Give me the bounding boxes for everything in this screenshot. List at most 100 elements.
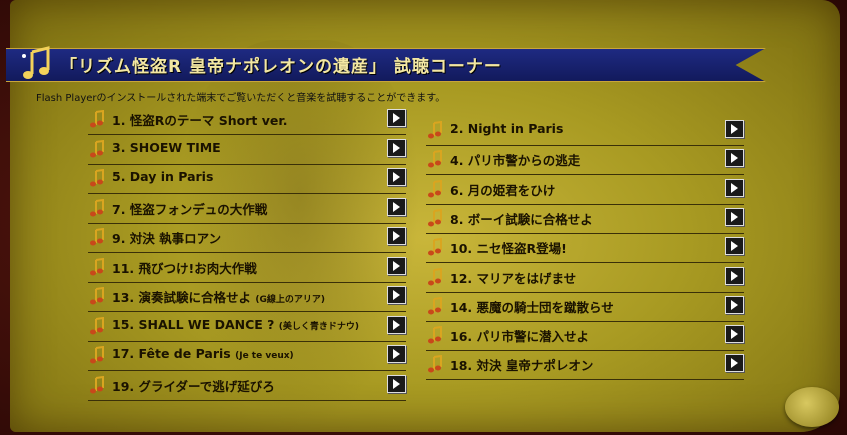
track-item: 6. 月の姫君をひけ	[426, 176, 744, 205]
play-button[interactable]	[387, 345, 406, 363]
play-button[interactable]	[387, 197, 406, 216]
music-note-icon	[426, 325, 444, 344]
page: 「リズム怪盗R 皇帝ナポレオンの遺産」 試聴コーナー Flash Playerの…	[0, 0, 847, 435]
track-label: 19. グライダーで逃げ延びろ	[112, 376, 275, 395]
track-item: 4. パリ市警からの逃走	[426, 146, 744, 176]
play-button[interactable]	[387, 109, 406, 127]
play-button[interactable]	[725, 207, 744, 226]
music-note-icon	[88, 109, 106, 128]
track-item: 2. Night in Paris	[426, 117, 744, 146]
track-title: 1. 怪盗Rのテーマ Short ver.	[112, 113, 288, 128]
track-label: 1. 怪盗Rのテーマ Short ver.	[112, 110, 288, 129]
track-subtitle: (G線上のアリア)	[255, 295, 325, 305]
page-title: 「リズム怪盗R 皇帝ナポレオンの遺産」 試聴コーナー	[60, 57, 502, 77]
play-button[interactable]	[387, 256, 406, 275]
play-button[interactable]	[725, 120, 744, 138]
track-item: 19. グライダーで逃げ延びろ	[88, 372, 406, 401]
track-title: 2. Night in Paris	[450, 121, 564, 136]
track-item: 13. 演奏試験に合格せよ (G線上のアリア)	[88, 283, 406, 312]
track-item: 9. 対決 執事ロアン	[88, 224, 406, 253]
track-label: 18. 対決 皇帝ナポレオン	[450, 355, 593, 374]
track-title: 17. Fête de Paris	[112, 346, 231, 361]
play-button[interactable]	[387, 168, 406, 186]
music-note-icon	[88, 227, 106, 246]
track-label: 5. Day in Paris	[112, 169, 213, 184]
track-item: 8. ボーイ試験に合格せよ	[426, 205, 744, 234]
music-note-icon	[426, 179, 444, 198]
track-title: 19. グライダーで逃げ延びろ	[112, 378, 275, 394]
track-label: 12. マリアをはげませ	[450, 268, 576, 287]
track-title: 9. 対決 執事ロアン	[112, 231, 222, 246]
music-note-icon	[88, 375, 106, 394]
track-title: 15. SHALL WE DANCE ?	[112, 316, 275, 332]
track-title: 4. パリ市警からの逃走	[450, 153, 581, 169]
play-button[interactable]	[387, 315, 406, 334]
track-item: 14. 悪魔の騎士団を蹴散らせ	[426, 293, 744, 322]
track-title: 5. Day in Paris	[112, 169, 214, 184]
music-note-icon	[88, 286, 106, 305]
music-note-icon	[88, 316, 106, 335]
play-button[interactable]	[725, 149, 744, 168]
track-title: 18. 対決 皇帝ナポレオン	[450, 358, 594, 374]
play-button[interactable]	[725, 295, 744, 314]
track-item: 15. SHALL WE DANCE ? (美しく青きドナウ)	[88, 313, 406, 342]
music-note-icon	[426, 355, 444, 373]
track-label: 9. 対決 執事ロアン	[112, 228, 221, 247]
track-label: 4. パリ市警からの逃走	[450, 150, 580, 169]
track-label: 13. 演奏試験に合格せよ (G線上のアリア)	[112, 287, 325, 306]
track-title: 10. ニセ怪盗R登場!	[450, 241, 567, 257]
track-label: 15. SHALL WE DANCE ? (美しく青きドナウ)	[112, 317, 359, 332]
track-title: 3. SHOEW TIME	[112, 139, 221, 155]
play-button[interactable]	[725, 178, 744, 197]
music-note-icon	[426, 150, 444, 168]
music-note-icon	[426, 296, 444, 315]
play-button[interactable]	[387, 374, 406, 393]
play-button[interactable]	[387, 138, 406, 157]
track-label: 11. 飛びつけ!お肉大作戦	[112, 258, 257, 277]
scroll-curl-decoration	[785, 387, 839, 427]
track-item: 11. 飛びつけ!お肉大作戦	[88, 254, 406, 283]
track-label: 16. パリ市警に潜入せよ	[450, 326, 589, 345]
music-note-icon	[426, 120, 444, 139]
track-label: 3. SHOEW TIME	[112, 140, 221, 155]
play-button[interactable]	[725, 266, 744, 285]
track-title: 7. 怪盗フォンデュの大作戦	[112, 201, 268, 217]
play-button[interactable]	[387, 286, 406, 304]
track-item: 5. Day in Paris	[88, 165, 406, 194]
track-label: 10. ニセ怪盗R登場!	[450, 238, 567, 257]
track-label: 2. Night in Paris	[450, 121, 563, 136]
music-note-icon	[426, 267, 444, 286]
track-label: 14. 悪魔の騎士団を蹴散らせ	[450, 297, 614, 316]
play-button[interactable]	[725, 354, 744, 373]
music-note-icon	[426, 238, 444, 256]
track-label: 6. 月の姫君をひけ	[450, 180, 555, 199]
track-subtitle: (Je te veux)	[235, 351, 294, 361]
play-button[interactable]	[725, 237, 744, 256]
track-label: 17. Fête de Paris (Je te veux)	[112, 346, 294, 361]
track-title: 12. マリアをはげませ	[450, 270, 577, 286]
track-title: 11. 飛びつけ!お肉大作戦	[112, 260, 257, 276]
track-item: 12. マリアをはげませ	[426, 264, 744, 293]
music-note-icon	[88, 198, 106, 217]
subtitle-text: Flash Playerのインストールされた端末でご覧いただくと音楽を試聴するこ…	[36, 93, 446, 104]
music-note-icon	[88, 168, 106, 187]
track-item: 18. 対決 皇帝ナポレオン	[426, 351, 744, 381]
music-note-icon	[88, 139, 106, 158]
track-item: 17. Fête de Paris (Je te veux)	[88, 342, 406, 371]
play-button[interactable]	[725, 325, 744, 344]
music-note-icon	[22, 46, 50, 79]
track-title: 14. 悪魔の騎士団を蹴散らせ	[450, 299, 614, 315]
track-item: 10. ニセ怪盗R登場!	[426, 234, 744, 264]
music-note-icon	[88, 345, 106, 364]
music-note-icon	[88, 257, 106, 276]
track-title: 8. ボーイ試験に合格せよ	[450, 211, 593, 227]
track-item: 7. 怪盗フォンデュの大作戦	[88, 195, 406, 224]
play-button[interactable]	[387, 227, 406, 245]
track-title: 6. 月の姫君をひけ	[450, 182, 556, 198]
track-label: 7. 怪盗フォンデュの大作戦	[112, 199, 267, 218]
track-title: 13. 演奏試験に合格せよ	[112, 290, 251, 305]
track-title: 16. パリ市警に潜入せよ	[450, 329, 589, 345]
music-note-icon	[426, 208, 444, 227]
track-item: 16. パリ市警に潜入せよ	[426, 322, 744, 352]
track-item: 1. 怪盗Rのテーマ Short ver.	[88, 106, 406, 135]
